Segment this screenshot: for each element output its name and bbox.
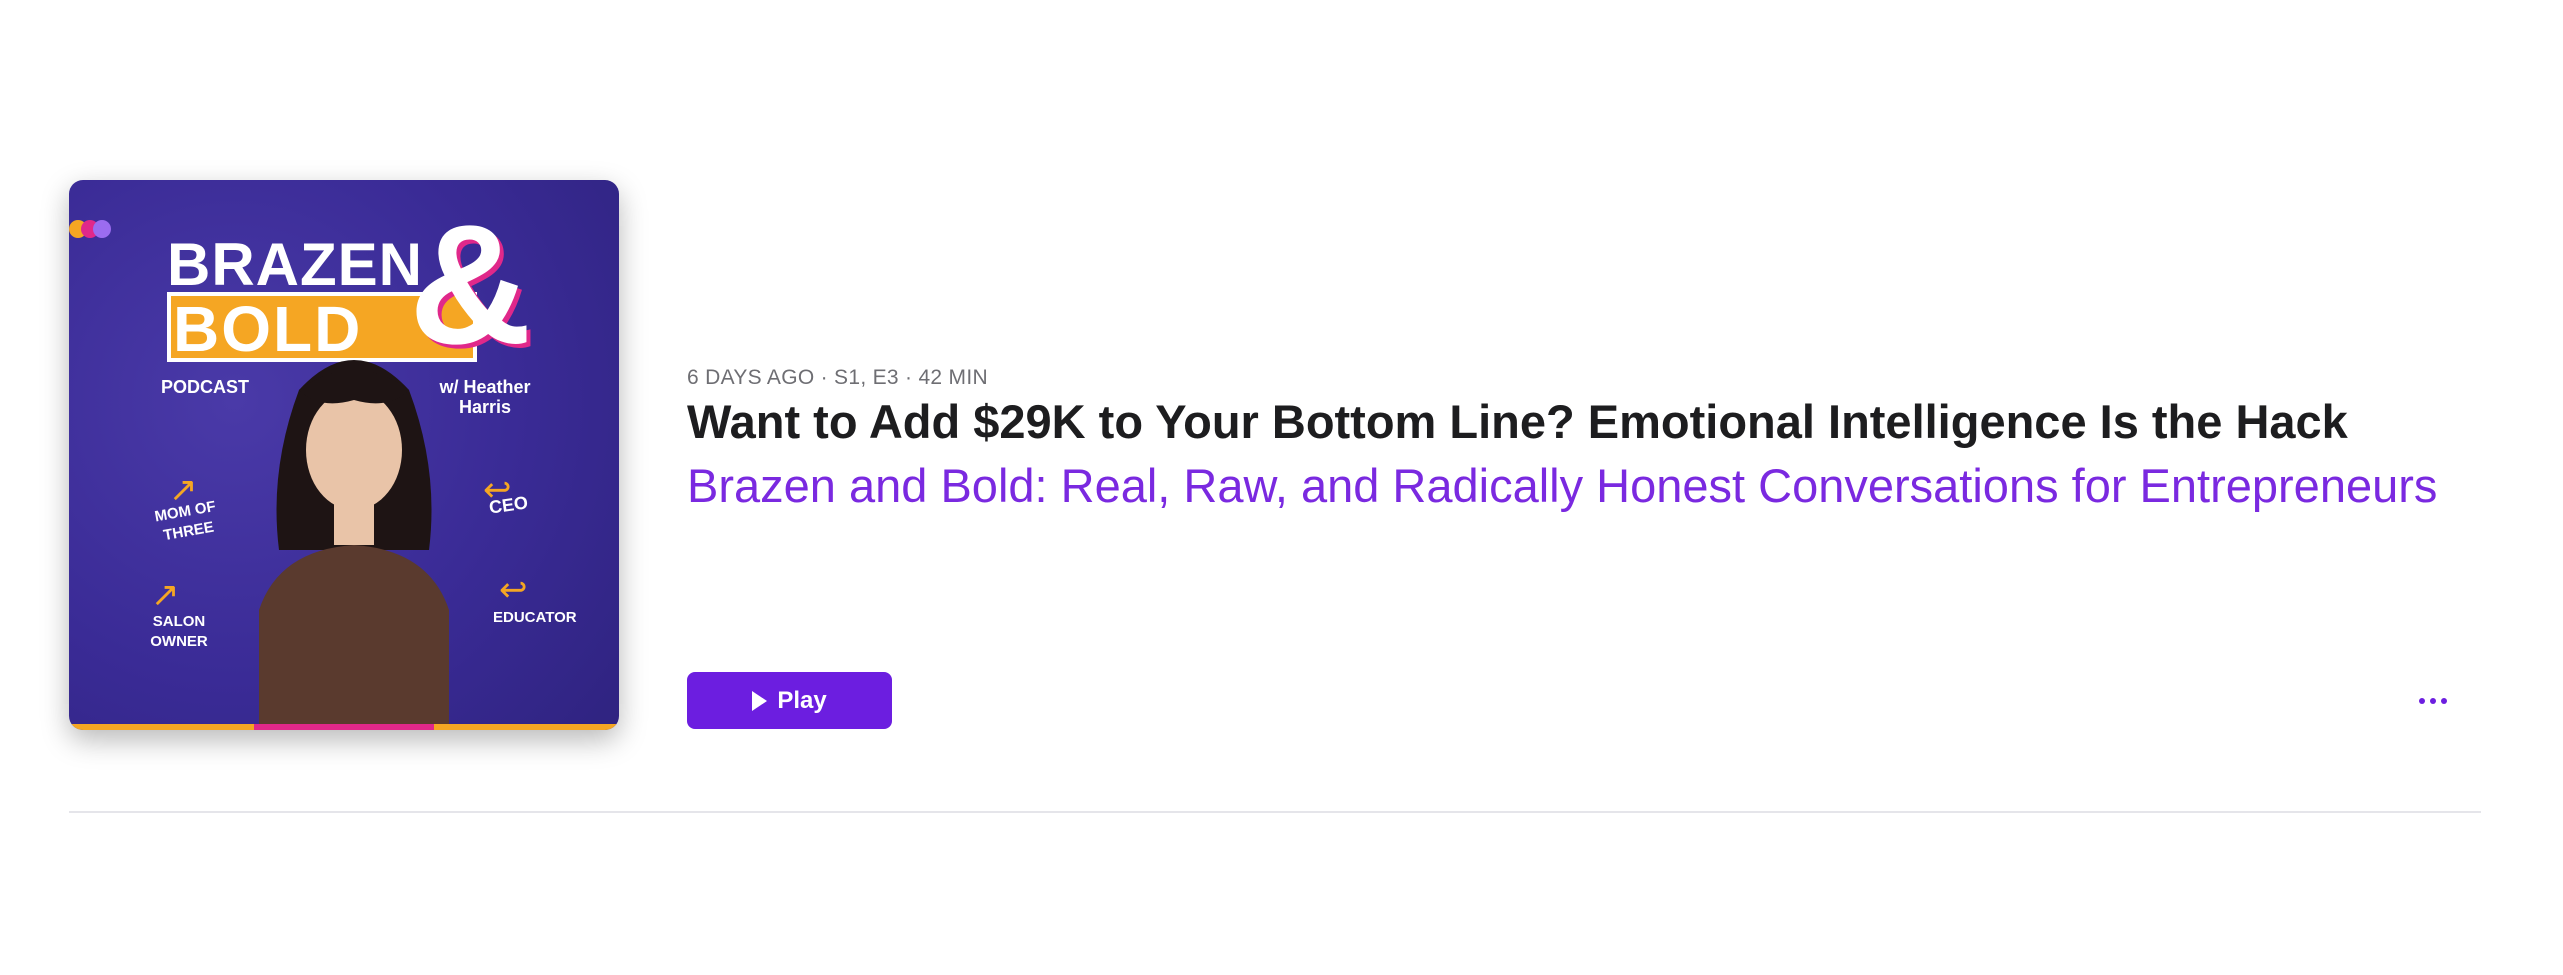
artwork-dots (69, 220, 111, 243)
artwork-bottom-accent (254, 724, 434, 730)
artwork-tag-educator: EDUCATOR (493, 609, 577, 626)
artwork-ampersand: & (409, 190, 532, 380)
host-portrait (259, 360, 449, 730)
episode-title[interactable]: Want to Add $29K to Your Bottom Line? Em… (687, 394, 2348, 449)
more-options-button[interactable] (2413, 686, 2453, 716)
ellipsis-icon (2441, 698, 2447, 704)
arrow-icon: ↗ (169, 471, 198, 509)
artwork-podcast-label: PODCAST (161, 377, 250, 397)
ellipsis-icon (2419, 698, 2425, 704)
podcast-artwork[interactable]: BRAZEN BOLD & PODCAST w/ Heather Harris … (69, 180, 619, 730)
arrow-icon: ↩ (483, 471, 512, 509)
artwork-title-line1: BRAZEN (167, 231, 423, 298)
play-label: Play (777, 686, 827, 714)
play-button[interactable]: Play (687, 672, 892, 729)
arrow-icon: ↩ (499, 571, 528, 609)
ellipsis-icon (2430, 698, 2436, 704)
row-divider (69, 811, 2481, 813)
artwork-tag-salon: SALON OWNER (150, 613, 208, 650)
episode-row: BRAZEN BOLD & PODCAST w/ Heather Harris … (69, 180, 2481, 730)
episode-meta: 6 DAYS AGO · S1, E3 · 42 MIN (687, 366, 988, 389)
play-icon (752, 690, 768, 711)
arrow-icon: ↗ (151, 576, 180, 614)
show-link[interactable]: Brazen and Bold: Real, Raw, and Radicall… (687, 458, 2477, 513)
